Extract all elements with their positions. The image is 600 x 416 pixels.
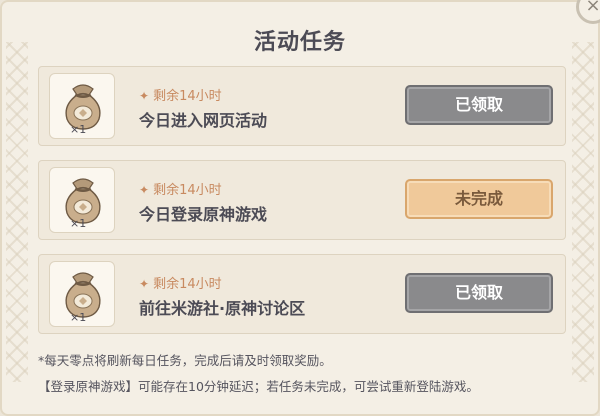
task-row: ×1 ✦ 剩余14小时 前往米游社·原神讨论区 已领取 bbox=[38, 254, 566, 334]
reward-slot: ×1 bbox=[49, 261, 115, 327]
claimed-button[interactable]: 已领取 bbox=[405, 273, 553, 313]
dialog-title: 活动任务 bbox=[253, 30, 346, 55]
task-name: 今日登录原神游戏 bbox=[139, 205, 268, 224]
time-remaining: ✦ 剩余14小时 bbox=[139, 273, 222, 292]
time-remaining-text: 剩余14小时 bbox=[153, 183, 222, 198]
task-name: 今日进入网页活动 bbox=[139, 111, 268, 130]
claimed-button[interactable]: 已领取 bbox=[405, 85, 553, 125]
incomplete-button[interactable]: 未完成 bbox=[405, 179, 553, 219]
reward-quantity: ×1 bbox=[70, 311, 87, 324]
reward-quantity: ×1 bbox=[70, 217, 87, 230]
sparkle-icon: ✦ bbox=[139, 183, 150, 197]
left-border-pattern bbox=[6, 42, 28, 382]
reward-slot: ×1 bbox=[49, 73, 115, 139]
task-name: 前往米游社·原神讨论区 bbox=[139, 299, 306, 318]
notes: *每天零点将刷新每日任务，完成后请及时领取奖励。 【登录原神游戏】可能存在10分… bbox=[38, 348, 479, 400]
note-line: *每天零点将刷新每日任务，完成后请及时领取奖励。 bbox=[38, 353, 332, 368]
task-row: ×1 ✦ 剩余14小时 今日进入网页活动 已领取 bbox=[38, 66, 566, 146]
time-remaining: ✦ 剩余14小时 bbox=[139, 85, 222, 104]
note-line: 【登录原神游戏】可能存在10分钟延迟；若任务未完成，可尝试重新登陆游戏。 bbox=[38, 379, 479, 394]
close-button[interactable]: × bbox=[576, 0, 600, 24]
sparkle-icon: ✦ bbox=[139, 89, 150, 103]
time-remaining: ✦ 剩余14小时 bbox=[139, 179, 222, 198]
task-row: ×1 ✦ 剩余14小时 今日登录原神游戏 未完成 bbox=[38, 160, 566, 240]
time-remaining-text: 剩余14小时 bbox=[153, 89, 222, 104]
reward-slot: ×1 bbox=[49, 167, 115, 233]
time-remaining-text: 剩余14小时 bbox=[153, 277, 222, 292]
activity-tasks-dialog: 活动任务 × ×1 ✦ 剩余14小时 今日进入网页活动 已领取 ×1 ✦ 剩余1… bbox=[0, 0, 600, 416]
right-border-pattern bbox=[572, 42, 594, 382]
reward-quantity: ×1 bbox=[70, 123, 87, 136]
sparkle-icon: ✦ bbox=[139, 277, 150, 291]
